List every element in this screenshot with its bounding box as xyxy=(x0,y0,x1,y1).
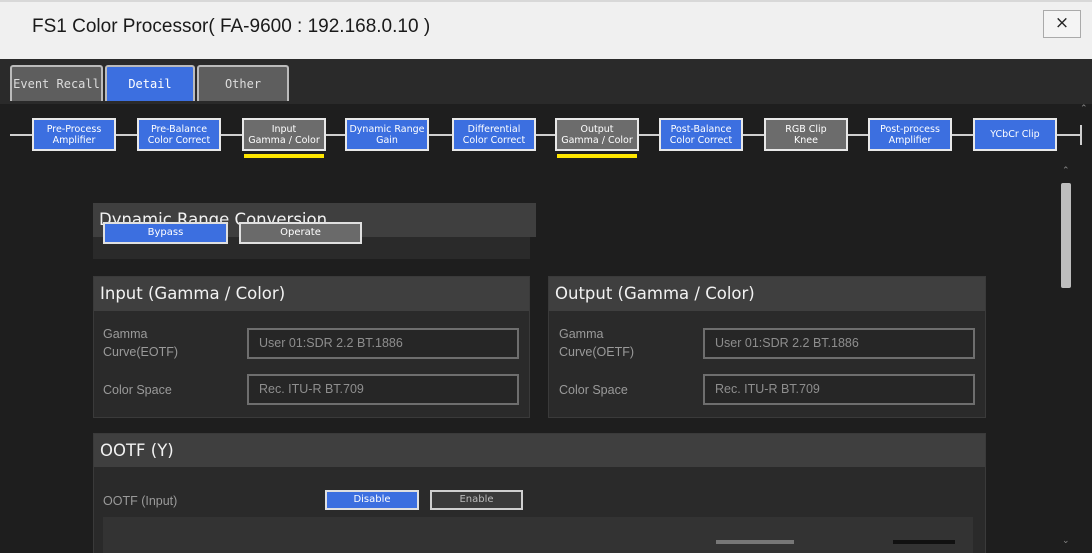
flow-label: Post-Balance Color Correct xyxy=(669,123,733,146)
ootf-disable-button[interactable]: Disable xyxy=(325,490,419,510)
flow-label: Output Gamma / Color xyxy=(561,123,633,146)
close-button[interactable]: × xyxy=(1043,10,1081,38)
flow-input-gamma-color[interactable]: Input Gamma / Color xyxy=(242,118,326,151)
scroll-down-icon[interactable]: ⌄ xyxy=(1062,536,1070,546)
output-gamma-selected-indicator xyxy=(557,154,637,158)
flow-label: Input Gamma / Color xyxy=(248,123,320,146)
flow-post-process-amplifier[interactable]: Post-process Amplifier xyxy=(868,118,952,151)
flow-label: Pre-Balance Color Correct xyxy=(147,123,211,146)
output-color-space-field[interactable]: Rec. ITU-R BT.709 xyxy=(703,374,975,405)
output-gamma-curve-field[interactable]: User 01:SDR 2.2 BT.1886 xyxy=(703,328,975,359)
input-color-space-label: Color Space xyxy=(103,383,172,397)
input-gamma-title: Input (Gamma / Color) xyxy=(94,277,529,311)
input-gamma-curve-field[interactable]: User 01:SDR 2.2 BT.1886 xyxy=(247,328,519,359)
tab-event-recall[interactable]: Event Recall xyxy=(10,65,103,101)
ootf-input-label: OOTF (Input) xyxy=(103,494,178,508)
flow-label: RGB Clip Knee xyxy=(785,123,827,146)
input-gamma-curve-label: Gamma Curve(EOTF) xyxy=(103,327,178,359)
input-color-space-field[interactable]: Rec. ITU-R BT.709 xyxy=(247,374,519,405)
output-gamma-curve-label: Gamma Curve(OETF) xyxy=(559,327,634,359)
bypass-button[interactable]: Bypass xyxy=(103,222,228,244)
flow-label: Differential Color Correct xyxy=(462,123,526,146)
flow-ycbcr-clip[interactable]: YCbCr Clip xyxy=(973,118,1057,151)
title-bar: FS1 Color Processor( FA-9600 : 192.168.0… xyxy=(0,0,1092,59)
input-gamma-selected-indicator xyxy=(244,154,324,158)
operate-button[interactable]: Operate xyxy=(239,222,362,244)
flow-label: Post-process Amplifier xyxy=(880,123,940,146)
ootf-settings-area xyxy=(103,517,973,553)
flow-pre-balance-color-correct[interactable]: Pre-Balance Color Correct xyxy=(137,118,221,151)
flow-label: YCbCr Clip xyxy=(990,129,1040,140)
process-flow-end xyxy=(1080,125,1082,145)
ootf-enable-button[interactable]: Enable xyxy=(430,490,523,510)
ootf-title: OOTF (Y) xyxy=(94,434,985,467)
flow-differential-color-correct[interactable]: Differential Color Correct xyxy=(452,118,536,151)
flow-label: Dynamic Range Gain xyxy=(349,123,425,146)
flow-output-gamma-color[interactable]: Output Gamma / Color xyxy=(555,118,639,151)
ootf-control-stub xyxy=(716,540,794,544)
flow-dynamic-range-gain[interactable]: Dynamic Range Gain xyxy=(345,118,429,151)
flow-label: Pre-Process Amplifier xyxy=(46,123,102,146)
tab-bar: Event Recall Detail Other xyxy=(0,59,1092,104)
flow-post-balance-color-correct[interactable]: Post-Balance Color Correct xyxy=(659,118,743,151)
tab-detail[interactable]: Detail xyxy=(105,65,195,101)
flow-rgb-clip-knee[interactable]: RGB Clip Knee xyxy=(764,118,848,151)
ootf-control-stub xyxy=(893,540,955,544)
flow-pre-process-amplifier[interactable]: Pre-Process Amplifier xyxy=(32,118,116,151)
window-title: FS1 Color Processor( FA-9600 : 192.168.0… xyxy=(32,16,431,37)
output-gamma-title: Output (Gamma / Color) xyxy=(549,277,985,311)
tab-other[interactable]: Other xyxy=(197,65,289,101)
scrollbar-thumb[interactable] xyxy=(1061,183,1071,288)
flow-scroll-up-icon[interactable]: ⌃ xyxy=(1080,104,1088,114)
output-color-space-label: Color Space xyxy=(559,383,628,397)
